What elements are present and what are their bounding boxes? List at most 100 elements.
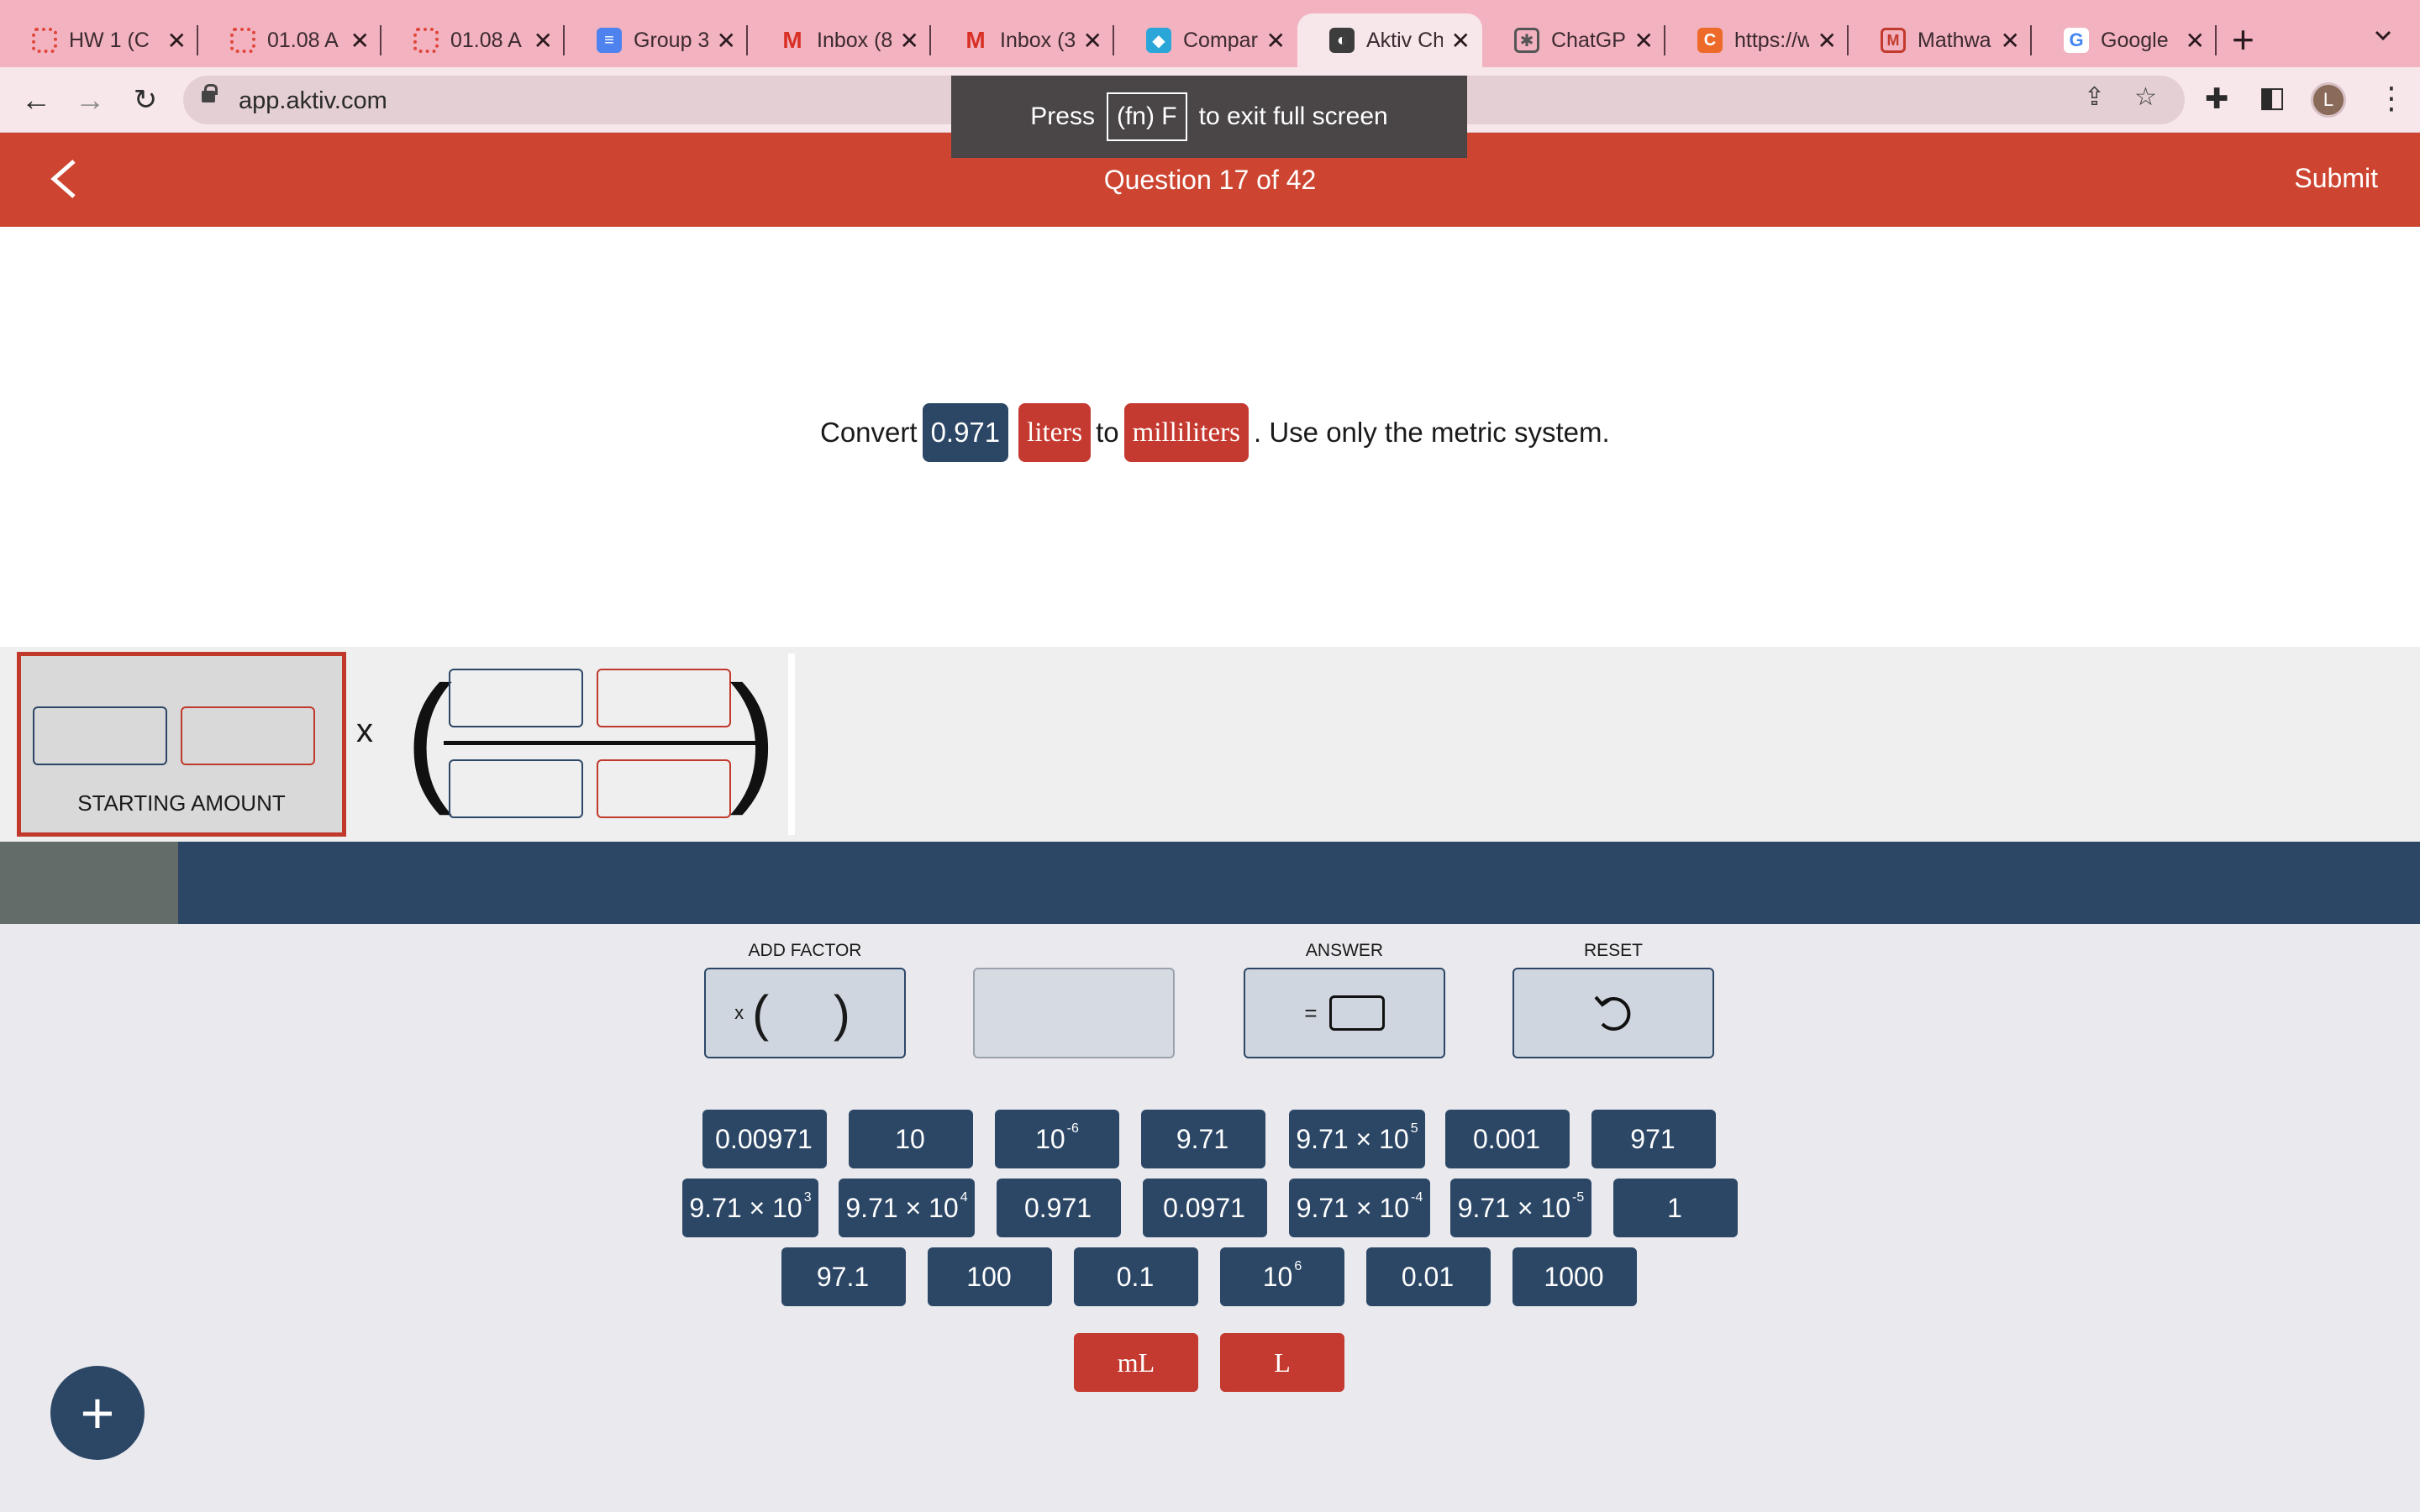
compare-app-icon: ◆ (1146, 28, 1171, 53)
question-prompt: Convert 0.971 liters to milliliters . Us… (820, 403, 1610, 462)
close-icon[interactable]: ✕ (1818, 27, 1837, 55)
browser-tab[interactable]: M Inbox (3 ✕ (931, 13, 1114, 67)
browser-tab[interactable]: M Mathwa ✕ (1849, 13, 2032, 67)
value-tile[interactable]: 0.01 (1366, 1247, 1491, 1306)
tab-label: Group 3 (634, 28, 708, 52)
reset-button[interactable] (1512, 968, 1714, 1058)
tile-base: 0.01 (1401, 1261, 1455, 1292)
value-tile[interactable]: 10 (849, 1110, 973, 1168)
value-tile[interactable]: 0.001 (1445, 1110, 1570, 1168)
unit-tile-ml[interactable]: mL (1074, 1333, 1198, 1392)
answer-button[interactable]: = (1244, 968, 1445, 1058)
globe-icon: ◐ (1329, 28, 1355, 53)
side-panel-icon[interactable]: ◧ (2259, 81, 2286, 114)
add-factor-parens: ( ) (752, 984, 876, 1042)
chevron-down-icon[interactable] (2370, 22, 2396, 49)
value-tile[interactable]: 9.71 × 10 5 (1289, 1110, 1425, 1168)
back-arrow-icon[interactable]: ← (15, 79, 57, 121)
browser-tab-active[interactable]: ◐ Aktiv Ch ✕ (1297, 13, 1482, 67)
tile-exponent: -5 (1572, 1190, 1585, 1205)
tile-base: 10 (1035, 1123, 1065, 1154)
value-tile[interactable]: 9.71 × 10 -5 (1450, 1179, 1591, 1237)
tile-exponent: -6 (1066, 1121, 1079, 1136)
mathway-icon: M (1881, 28, 1906, 53)
tile-base: 10 (1262, 1261, 1293, 1292)
starting-unit-slot[interactable] (181, 706, 315, 765)
answer-box-icon (1328, 995, 1385, 1031)
blank-action-button[interactable] (973, 968, 1175, 1058)
close-icon[interactable]: ✕ (350, 27, 370, 55)
browser-tab-strip: HW 1 (C ✕ 01.08 A ✕ 01.08 A ✕ ≡ Group 3 … (0, 0, 2420, 67)
browser-tab[interactable]: G Google ✕ (2032, 13, 2217, 67)
share-icon[interactable]: ⇪ (2084, 82, 2105, 112)
reload-icon[interactable]: ↻ (124, 79, 166, 121)
starting-amount-box[interactable]: STARTING AMOUNT (17, 652, 346, 837)
prompt-value-chip: 0.971 (922, 403, 1009, 462)
browser-tab[interactable]: 01.08 A ✕ (198, 13, 381, 67)
value-tile[interactable]: 9.71 × 10 3 (682, 1179, 818, 1237)
close-icon[interactable]: ✕ (2186, 27, 2205, 55)
browser-tab[interactable]: ≡ Group 3 ✕ (565, 13, 748, 67)
value-tile[interactable]: 0.00971 (702, 1110, 827, 1168)
tile-base: 97.1 (816, 1261, 870, 1292)
add-factor-button[interactable]: x ( ) (704, 968, 906, 1058)
value-tile[interactable]: 1000 (1512, 1247, 1637, 1306)
close-icon[interactable]: ✕ (1266, 27, 1286, 55)
close-icon[interactable]: ✕ (1634, 27, 1654, 55)
factor-numerator-value-slot[interactable] (449, 669, 583, 727)
tab-label: ChatGP (1551, 28, 1626, 52)
close-icon[interactable]: ✕ (1451, 27, 1470, 55)
value-tile[interactable]: 971 (1591, 1110, 1716, 1168)
value-tile[interactable]: 10 6 (1220, 1247, 1344, 1306)
value-tile[interactable]: 10 -6 (995, 1110, 1119, 1168)
value-tile[interactable]: 0.0971 (1143, 1179, 1267, 1237)
forward-arrow-icon[interactable]: → (69, 79, 111, 121)
tile-base: 0.971 (1023, 1192, 1092, 1223)
browser-tab[interactable]: ◆ Compar ✕ (1114, 13, 1297, 67)
google-icon: G (2064, 28, 2089, 53)
answer-equals: = (1304, 1000, 1318, 1026)
tile-exponent: 4 (960, 1190, 968, 1205)
close-icon[interactable]: ✕ (1083, 27, 1102, 55)
close-icon[interactable]: ✕ (2001, 27, 2020, 55)
prompt-to-unit-chip: milliliters (1123, 403, 1249, 462)
add-fab-button[interactable]: + (50, 1366, 145, 1460)
tile-base: 9.71 × 10 (1296, 1123, 1409, 1154)
browser-tab[interactable]: M Inbox (8 ✕ (748, 13, 931, 67)
factor-denominator-value-slot[interactable] (449, 759, 583, 818)
unit-tile-l[interactable]: L (1220, 1333, 1344, 1392)
value-tile[interactable]: 1 (1613, 1179, 1738, 1237)
gmail-icon: M (965, 27, 986, 53)
value-tile[interactable]: 9.71 × 10 4 (839, 1179, 975, 1237)
extensions-puzzle-icon[interactable]: ✚ (2205, 82, 2229, 116)
new-tab-button[interactable]: + (2232, 20, 2254, 59)
tile-base: 9.71 × 10 (1457, 1192, 1571, 1223)
value-tile[interactable]: 0.1 (1074, 1247, 1198, 1306)
avatar[interactable]: L (2311, 82, 2346, 118)
factor-denominator-unit-slot[interactable] (597, 759, 731, 818)
close-icon[interactable]: ✕ (167, 27, 187, 55)
tile-base: 0.0971 (1163, 1192, 1245, 1223)
more-menu-icon[interactable]: ⋮ (2376, 81, 2407, 116)
value-tile[interactable]: 0.971 (997, 1179, 1121, 1237)
tab-label: Google (2101, 28, 2169, 52)
browser-tab[interactable]: HW 1 (C ✕ (0, 13, 198, 67)
browser-tab[interactable]: 01.08 A ✕ (381, 13, 565, 67)
close-icon[interactable]: ✕ (534, 27, 553, 55)
close-icon[interactable]: ✕ (717, 27, 736, 55)
value-tile[interactable]: 100 (928, 1247, 1052, 1306)
close-icon[interactable]: ✕ (900, 27, 919, 55)
tile-base: 9.71 × 10 (1296, 1192, 1410, 1223)
asu-sunburst-icon (32, 28, 57, 53)
value-tile[interactable]: 9.71 (1141, 1110, 1265, 1168)
star-icon[interactable]: ☆ (2134, 82, 2157, 112)
browser-tab[interactable]: ✱ ChatGP ✕ (1482, 13, 1665, 67)
left-paren: ( (405, 657, 453, 816)
value-tile[interactable]: 9.71 × 10 -4 (1289, 1179, 1430, 1237)
submit-button[interactable]: Submit (2294, 163, 2378, 194)
starting-value-slot[interactable] (33, 706, 167, 765)
value-tile[interactable]: 97.1 (781, 1247, 906, 1306)
factor-numerator-unit-slot[interactable] (597, 669, 731, 727)
browser-tab[interactable]: C https://w ✕ (1665, 13, 1849, 67)
question-panel: Convert 0.971 liters to milliliters . Us… (0, 227, 2420, 647)
